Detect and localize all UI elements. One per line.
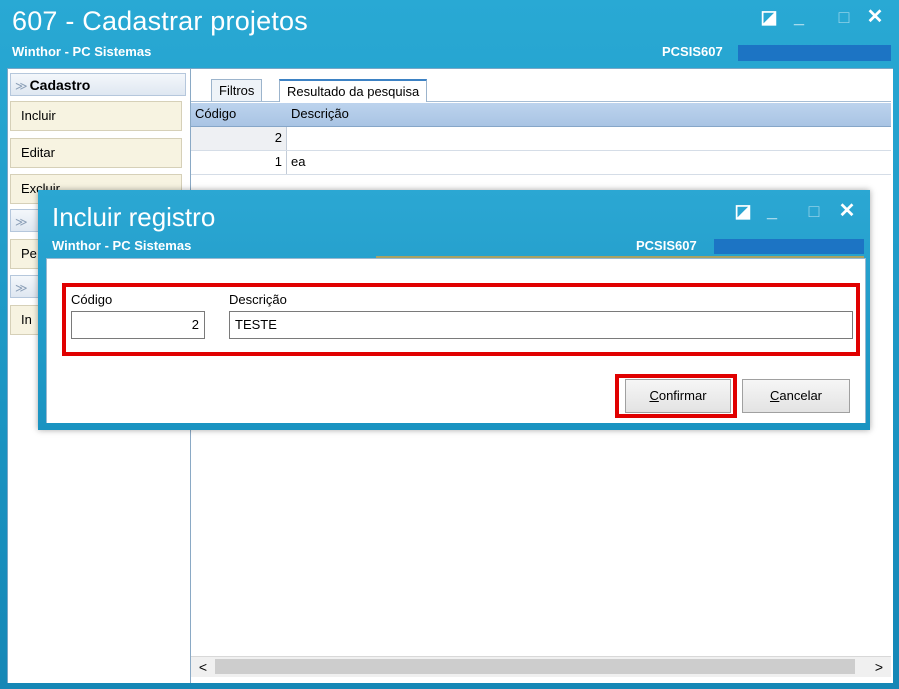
tab-filtros[interactable]: Filtros [211,79,263,101]
dialog-code-bar [714,239,864,254]
sidebar-item-incluir[interactable]: Incluir [10,101,182,131]
restore-icon[interactable]: ◪ [732,200,754,222]
column-header-descricao[interactable]: Descrição [291,106,349,121]
scroll-thumb[interactable] [215,659,855,674]
window-code: PCSIS607 [662,44,723,59]
cell-codigo: 1 [191,151,287,174]
sidebar-group-cadastro[interactable]: ≫ Cadastro [10,73,186,96]
cancel-label: ancelar [779,388,823,403]
minimize-icon[interactable]: _ [788,6,810,28]
sidebar-item-editar[interactable]: Editar [10,138,182,168]
scroll-left-icon[interactable]: < [195,657,211,677]
cell-codigo: 2 [191,127,287,150]
tab-strip: Filtros Resultado da pesquisa [191,69,891,102]
horizontal-scrollbar[interactable]: < > [191,656,891,677]
sidebar-group-label: Cadastro [29,77,91,93]
dialog-subtitle: Winthor - PC Sistemas [52,238,192,253]
dialog-fields: Código 2 Descrição TESTE [47,259,865,372]
window-bottom-edge [0,683,899,689]
scroll-right-icon[interactable]: > [871,657,887,677]
maximize-icon[interactable]: □ [834,6,854,28]
window-subtitle: Winthor - PC Sistemas [12,44,152,59]
chevron-icon: ≫ [15,79,28,93]
table-row[interactable]: 2 [191,127,891,151]
column-header-codigo[interactable]: Código [195,106,236,121]
minimize-icon[interactable]: _ [762,200,782,222]
dialog-code: PCSIS607 [636,238,697,253]
maximize-icon[interactable]: □ [804,200,824,222]
table-row[interactable]: 1 ea [191,151,891,175]
close-icon[interactable]: ✕ [864,6,886,28]
chevron-icon: ≫ [15,281,28,295]
tab-resultado[interactable]: Resultado da pesquisa [279,79,428,102]
cancel-button[interactable]: Cancelar [742,379,850,413]
dialog-body: Código 2 Descrição TESTE Confirmar Cance… [46,258,866,423]
window-title: 607 - Cadastrar projetos [12,6,308,36]
fields-highlight-box [62,283,860,356]
close-icon[interactable]: ✕ [836,200,858,222]
dialog-buttons: Confirmar Cancelar [47,371,865,423]
window-code-bar [738,45,891,61]
confirm-highlight-box [615,374,737,418]
restore-icon[interactable]: ◪ [758,6,780,28]
dialog-title: Incluir registro [52,202,216,232]
grid-header: Código Descrição [191,103,891,127]
cell-descricao: ea [291,154,306,169]
incluir-registro-dialog: Incluir registro Winthor - PC Sistemas P… [38,190,870,430]
cancel-accelerator: C [769,388,780,403]
chevron-icon: ≫ [15,215,28,229]
